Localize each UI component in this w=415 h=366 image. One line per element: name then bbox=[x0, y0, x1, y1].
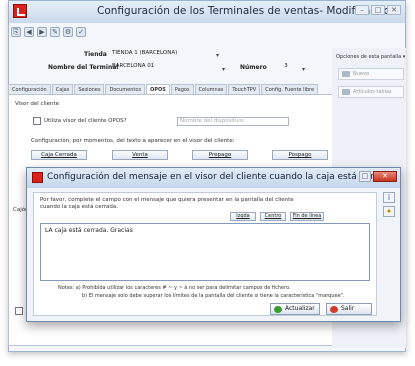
cajon-checkbox[interactable] bbox=[15, 307, 23, 315]
mensaje-dialog: Configuración del mensaje en el visor de… bbox=[26, 167, 401, 322]
terminal-field[interactable]: BARCELONA 01 bbox=[110, 63, 210, 72]
caja-cerrada-button[interactable]: Caja Cerrada bbox=[31, 150, 87, 160]
right-panel-header[interactable]: Opciones de esta pantalla ▾ bbox=[336, 54, 406, 60]
tienda-dropdown-icon[interactable]: ▾ bbox=[216, 52, 223, 59]
numero-label: Número bbox=[240, 64, 267, 71]
info-icon[interactable]: i bbox=[383, 192, 395, 203]
tienda-field[interactable]: TIENDA 1 (BARCELONA) bbox=[110, 50, 210, 59]
minimize-button[interactable]: – bbox=[355, 5, 369, 15]
close-button[interactable]: ✕ bbox=[387, 5, 401, 15]
izqda-button[interactable]: Izqda bbox=[230, 212, 256, 221]
back-icon[interactable]: ◀ bbox=[24, 27, 34, 37]
dialog-title: Configuración del mensaje en el visor de… bbox=[47, 172, 395, 182]
dialog-maximize-button[interactable]: □ bbox=[359, 171, 371, 182]
dialog-title-bar[interactable]: Configuración del mensaje en el visor de… bbox=[27, 168, 400, 188]
maximize-button[interactable]: □ bbox=[371, 5, 385, 15]
articulos-tablas-button-label: Artículos tablas bbox=[353, 89, 392, 95]
tip-icon[interactable]: ✦ bbox=[383, 206, 395, 217]
dialog-app-icon bbox=[32, 172, 43, 183]
venta-button[interactable]: Venta bbox=[112, 150, 168, 160]
pospago-button[interactable]: Pospago bbox=[272, 150, 328, 160]
check-icon[interactable]: ✓ bbox=[76, 27, 86, 37]
config-text: Configuración, por momentos, del texto a… bbox=[31, 138, 235, 144]
tienda-label: Tienda bbox=[84, 51, 107, 58]
terminal-dropdown-icon[interactable]: ▾ bbox=[222, 66, 229, 73]
new-icon bbox=[342, 71, 350, 77]
actualizar-button[interactable]: Actualizar bbox=[270, 303, 320, 315]
centro-button[interactable]: Centro bbox=[260, 212, 286, 221]
fin-de-linea-button[interactable]: Fin de línea bbox=[290, 212, 324, 221]
app-icon bbox=[13, 4, 27, 18]
right-panel-header-label: Opciones de esta pantalla bbox=[336, 54, 402, 60]
instructions-line1: Por favor, complete el campo con el mens… bbox=[40, 197, 294, 203]
instructions-line2: cuando la caja está cerrada. bbox=[40, 204, 118, 210]
articulos-tablas-button[interactable]: Artículos tablas bbox=[338, 86, 404, 98]
edit-icon[interactable]: ✎ bbox=[50, 27, 60, 37]
utiliza-visor-checkbox[interactable] bbox=[33, 117, 41, 125]
salir-button[interactable]: Salir bbox=[326, 303, 372, 315]
forward-icon[interactable]: ▶ bbox=[37, 27, 47, 37]
salir-label: Salir bbox=[341, 305, 355, 312]
numero-dropdown-icon[interactable]: ▾ bbox=[302, 66, 309, 73]
dispositivo-input[interactable]: Nombre del dispositivo bbox=[177, 117, 289, 126]
settings-icon[interactable]: ⚙ bbox=[63, 27, 73, 37]
numero-field[interactable]: 3 bbox=[270, 63, 300, 72]
window-title: Configuración de los Terminales de venta… bbox=[97, 5, 391, 17]
check-circle-icon bbox=[274, 306, 282, 313]
nuevo-button[interactable]: Nuevo bbox=[338, 68, 404, 80]
title-bar[interactable]: Configuración de los Terminales de venta… bbox=[9, 1, 405, 23]
visor-section-title: Visor del cliente bbox=[15, 101, 60, 107]
dialog-close-button[interactable]: ✕ bbox=[373, 171, 397, 182]
message-textarea[interactable]: LA caja está cerrada. Gracias bbox=[40, 223, 370, 281]
notes-line2: b) El mensaje solo debe superar los lími… bbox=[82, 293, 345, 299]
nuevo-button-label: Nuevo bbox=[353, 71, 370, 77]
utiliza-visor-label: Utiliza visor del cliente OPOS? bbox=[44, 118, 127, 124]
quick-access-toolbar: ⎘ ◀ ▶ ✎ ⚙ ✓ bbox=[11, 25, 86, 39]
notes-line1: Notas: a) Prohibida utilizar los caracte… bbox=[58, 285, 291, 291]
dialog-content: Por favor, complete el campo con el mens… bbox=[33, 192, 377, 316]
exit-icon bbox=[330, 306, 338, 313]
copy-icon[interactable]: ⎘ bbox=[11, 27, 21, 37]
actualizar-label: Actualizar bbox=[285, 305, 315, 312]
prepago-button[interactable]: Prepago bbox=[192, 150, 248, 160]
table-icon bbox=[342, 89, 350, 95]
terminal-label: Nombre del Terminal bbox=[48, 64, 119, 71]
